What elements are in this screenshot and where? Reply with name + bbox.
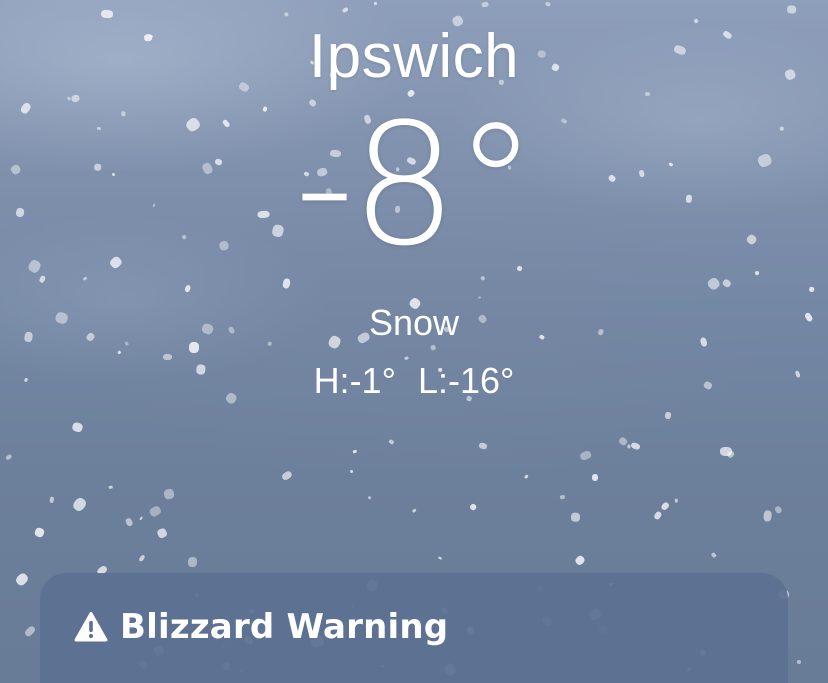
warning-triangle-icon: [74, 611, 108, 643]
snowflake: [787, 5, 797, 14]
snowflake: [437, 556, 443, 561]
snowflake: [573, 554, 586, 567]
snowflake: [368, 495, 372, 500]
snowflake: [570, 512, 580, 523]
snowflake: [674, 498, 678, 503]
snowflake: [481, 1, 490, 8]
snowflake: [352, 449, 358, 454]
snowflake: [808, 285, 815, 293]
snowflake: [71, 421, 84, 433]
snowflake: [720, 446, 733, 456]
snowflake: [50, 496, 55, 503]
high-temperature: H:-1°: [313, 360, 396, 401]
city-name: Ipswich: [308, 22, 520, 91]
snowflake: [71, 496, 89, 514]
snowflake: [559, 494, 565, 500]
snowflake: [763, 510, 773, 523]
snowflake: [82, 275, 88, 281]
snowflake: [545, 1, 551, 8]
snowflake: [109, 485, 114, 489]
snowflake: [184, 283, 192, 293]
snowflake: [23, 625, 37, 638]
snowflake: [627, 444, 631, 449]
snowflake: [591, 473, 599, 481]
snowflake: [137, 553, 146, 563]
snowflake: [705, 275, 722, 292]
snowflake: [349, 469, 354, 474]
snowflake: [477, 295, 482, 299]
snowflake: [163, 487, 176, 500]
low-temperature: L:-16°: [417, 360, 515, 401]
snowflake: [124, 516, 134, 527]
snowflake: [283, 11, 290, 18]
snowflake: [411, 508, 417, 514]
snowflake: [187, 556, 197, 568]
snowflake: [774, 505, 784, 515]
snowflake: [754, 270, 760, 276]
snowflake: [38, 274, 47, 284]
snowflake: [388, 439, 395, 445]
snowflake: [720, 277, 732, 289]
snowflake: [340, 6, 349, 14]
snowflake: [430, 344, 436, 351]
weather-alert-card[interactable]: Blizzard Warning: [40, 573, 788, 683]
snowflake: [725, 449, 736, 459]
snowflake: [139, 515, 144, 521]
snowflake: [14, 571, 30, 587]
snowflake: [468, 503, 478, 512]
snowflake: [659, 501, 670, 512]
snowflake: [281, 277, 291, 290]
snowflake: [796, 659, 802, 665]
snowflake: [710, 551, 717, 558]
snowflake: [5, 454, 13, 461]
snowflake: [523, 474, 529, 480]
alert-title: Blizzard Warning: [120, 607, 449, 647]
snowflake: [477, 442, 488, 451]
snowflake: [630, 442, 641, 452]
snowflake: [617, 436, 629, 447]
snowflake: [33, 527, 46, 539]
snowflake: [148, 505, 163, 519]
snowflake: [280, 470, 293, 482]
snowflake: [645, 91, 651, 96]
current-temperature: -8°: [294, 87, 538, 283]
snowflake: [664, 411, 672, 420]
snowflake: [117, 350, 122, 355]
snowflake: [157, 527, 169, 540]
snowflake: [578, 450, 592, 462]
alert-header: Blizzard Warning: [74, 607, 448, 647]
snowflake: [101, 9, 114, 19]
snowflake: [373, 2, 378, 6]
weather-condition: Snow: [368, 302, 460, 343]
high-low-temperatures: H:-1° L:-16°: [0, 360, 828, 402]
snowflake: [653, 510, 663, 521]
